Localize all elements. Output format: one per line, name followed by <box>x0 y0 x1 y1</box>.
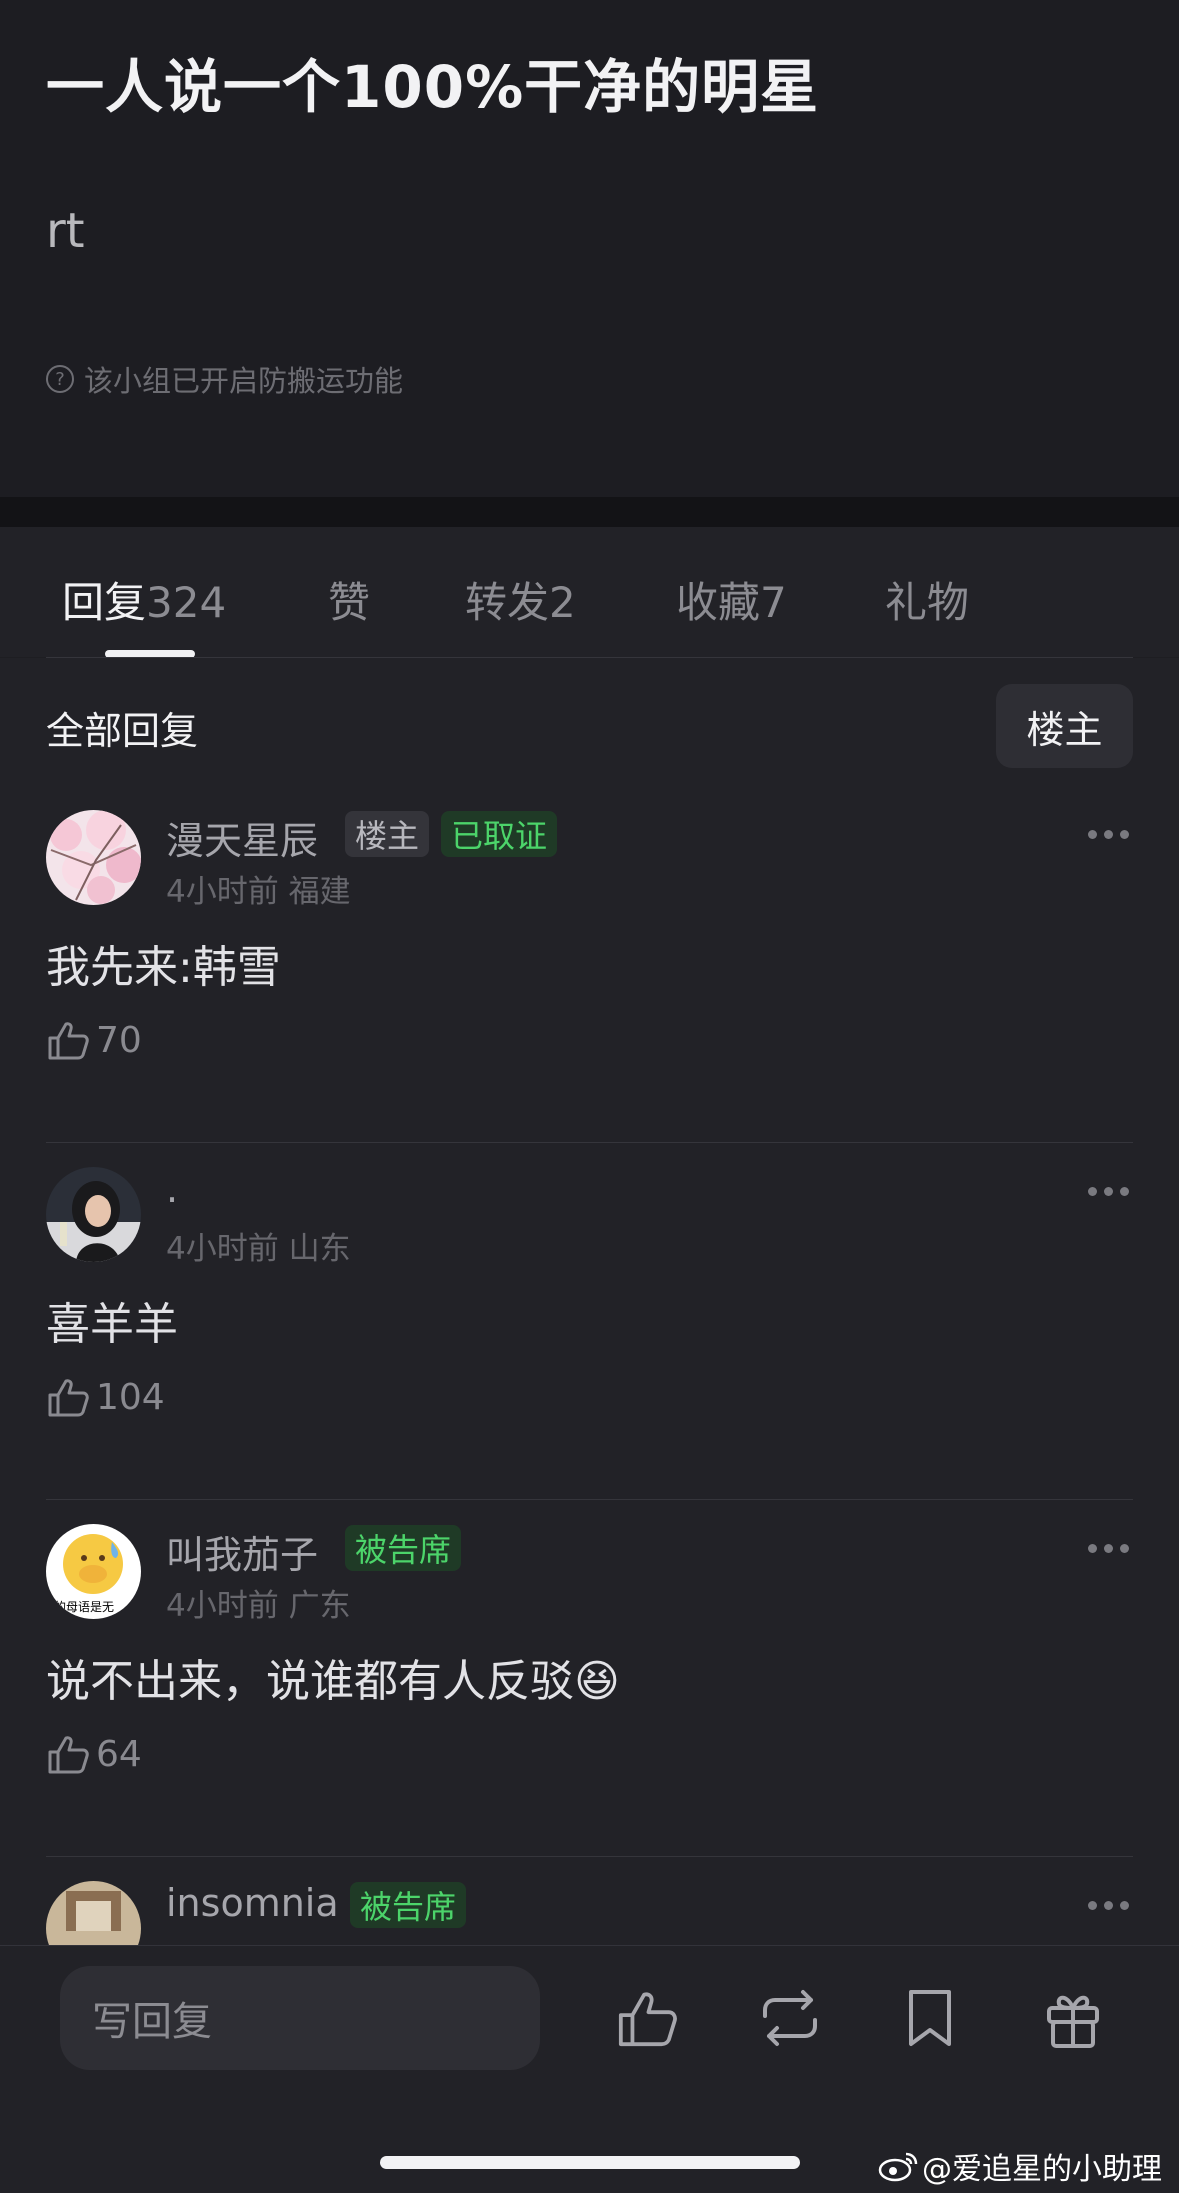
bookmark-icon[interactable] <box>905 1986 955 2050</box>
like-button[interactable]: 64 <box>46 1732 142 1776</box>
reply-input[interactable]: 写回复 <box>60 1966 540 2070</box>
thumbs-up-icon <box>48 1736 89 1774</box>
avatar[interactable]: 的母语是无 <box>46 1524 141 1619</box>
comment-item: 漫天星辰 楼主 已取证 4小时前 福建 我先来:韩雪 70 <box>0 786 1179 1143</box>
defendant-badge: 被告席 <box>345 1525 462 1571</box>
owner-badge: 楼主 <box>345 811 430 857</box>
like-button[interactable]: 70 <box>46 1018 142 1062</box>
avatar[interactable] <box>46 810 141 905</box>
username[interactable]: . <box>166 1167 178 1211</box>
owner-only-button[interactable]: 楼主 <box>996 684 1133 768</box>
comment-time: 4小时前 <box>166 1231 279 1267</box>
tab-label: 收藏 <box>676 578 761 627</box>
tab-likes[interactable]: 赞 <box>328 569 370 630</box>
more-options-icon[interactable] <box>1088 1187 1129 1196</box>
comment-meta: 4小时前 广东 <box>166 1580 351 1625</box>
question-icon: ? <box>46 365 74 393</box>
comment-meta: 4小时前 福建 <box>166 866 351 911</box>
like-count: 104 <box>96 1376 165 1418</box>
like-icon[interactable] <box>615 1986 679 2050</box>
tab-reposts[interactable]: 转发2 <box>465 569 576 630</box>
comment-item: insomnia 被告席 <box>0 1857 1179 1945</box>
tab-bar: 回复324 赞 转发2 收藏7 礼物 <box>0 527 1179 658</box>
weibo-logo-icon <box>878 2152 918 2182</box>
comment-text: 我先来:韩雪 <box>46 942 281 993</box>
comment-text: 说不出来，说谁都有人反驳😆 <box>46 1645 620 1709</box>
badges: 被告席 <box>350 1882 467 1928</box>
replies-list: 全部回复 楼主 漫天星辰 楼主 已取证 4小时前 福建 我先来:韩雪 70 . … <box>0 658 1179 1945</box>
comment-text: 喜羊羊 <box>46 1299 178 1350</box>
comment-location: 福建 <box>288 874 351 910</box>
post-header: 一人说一个100%干净的明星 rt ? 该小组已开启防搬运功能 <box>0 0 1179 497</box>
tab-replies[interactable]: 回复324 <box>62 569 226 630</box>
comment-location: 山东 <box>288 1231 351 1267</box>
badges: 被告席 <box>345 1525 462 1571</box>
avatar[interactable] <box>46 1167 141 1262</box>
tab-label: 赞 <box>328 578 371 627</box>
more-options-icon[interactable] <box>1088 1544 1129 1553</box>
comment-meta: 4小时前 山东 <box>166 1223 351 1268</box>
more-options-icon[interactable] <box>1088 830 1129 839</box>
badges: 楼主 已取证 <box>345 811 558 857</box>
tab-count: 324 <box>146 578 227 627</box>
comment-time: 4小时前 <box>166 1588 279 1624</box>
username[interactable]: 漫天星辰 <box>166 810 318 865</box>
avatar-caption: 的母语是无 <box>54 1600 115 1614</box>
tab-count: 2 <box>549 578 576 627</box>
avatar[interactable] <box>46 1881 141 1945</box>
evidence-badge: 已取证 <box>441 811 558 857</box>
tab-favorites[interactable]: 收藏7 <box>676 569 787 630</box>
post-body: rt <box>46 203 85 259</box>
notice-text: 该小组已开启防搬运功能 <box>84 364 404 398</box>
tab-label: 礼物 <box>885 578 970 627</box>
tab-label: 回复 <box>62 578 147 627</box>
defendant-badge: 被告席 <box>350 1882 467 1928</box>
laughing-emoji-icon: 😆 <box>574 1656 620 1707</box>
home-indicator <box>380 2156 800 2169</box>
repost-icon[interactable] <box>755 1986 825 2050</box>
comment-item: 的母语是无 叫我茄子 被告席 4小时前 广东 说不出来，说谁都有人反驳😆 64 <box>0 1500 1179 1857</box>
username[interactable]: 叫我茄子 <box>166 1524 318 1579</box>
tab-label: 转发 <box>465 578 550 627</box>
comment-time: 4小时前 <box>166 874 279 910</box>
section-separator <box>0 497 1179 527</box>
username[interactable]: insomnia <box>166 1881 339 1925</box>
all-replies-title: 全部回复 <box>46 709 199 753</box>
like-count: 70 <box>96 1019 142 1061</box>
anti-repost-notice: ? 该小组已开启防搬运功能 <box>46 358 403 400</box>
watermark: @爱追星的小助理 <box>878 2144 1162 2188</box>
watermark-text: @爱追星的小助理 <box>922 2152 1162 2187</box>
gift-icon[interactable] <box>1045 1986 1101 2050</box>
thumbs-up-icon <box>48 1379 89 1417</box>
more-options-icon[interactable] <box>1088 1901 1129 1910</box>
like-button[interactable]: 104 <box>46 1375 165 1419</box>
bottom-action-bar: 写回复 @爱追星的小助理 <box>0 1945 1179 2193</box>
comment-location: 广东 <box>288 1588 351 1624</box>
tab-count: 7 <box>760 578 787 627</box>
tab-gifts[interactable]: 礼物 <box>885 569 969 630</box>
comment-text-body: 说不出来，说谁都有人反驳 <box>46 1656 574 1707</box>
thumbs-up-icon <box>48 1022 89 1060</box>
like-count: 64 <box>96 1733 142 1775</box>
comment-item: . 4小时前 山东 喜羊羊 104 <box>0 1143 1179 1500</box>
post-title: 一人说一个100%干净的明星 <box>46 53 820 121</box>
